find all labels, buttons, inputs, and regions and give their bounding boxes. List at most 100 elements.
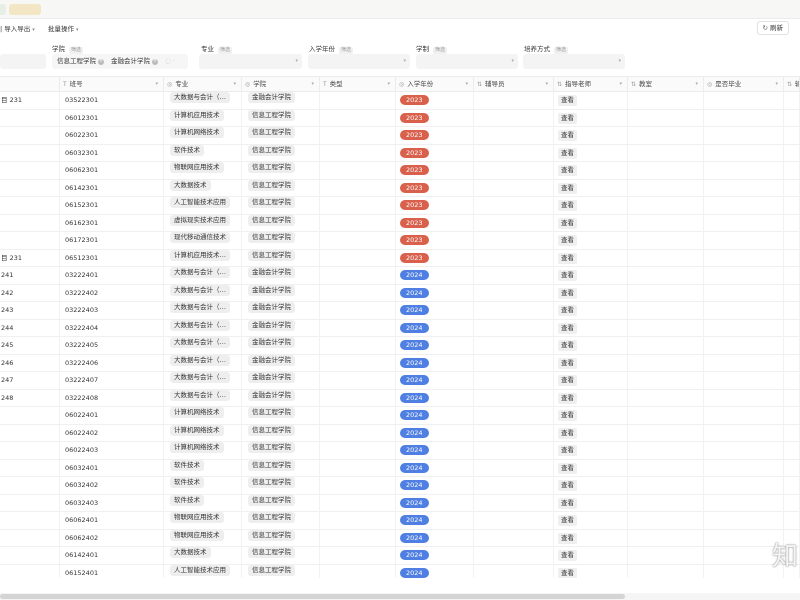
cell-class-code[interactable]: 06142401 xyxy=(60,547,164,564)
cell-graduated[interactable] xyxy=(704,162,784,179)
cell-college[interactable]: 信息工程学院 xyxy=(242,477,320,494)
cell-classroom[interactable] xyxy=(628,407,704,424)
cell-major[interactable]: 大数据与会计（… xyxy=(164,389,242,407)
cell-advisor[interactable]: 查看 xyxy=(554,232,628,249)
cell-enroll-year[interactable]: 2023 xyxy=(396,144,474,162)
cell-enroll-year[interactable]: 2024 xyxy=(396,389,474,407)
chevron-down-icon[interactable]: ▾ xyxy=(155,77,158,92)
cell-more[interactable] xyxy=(784,354,800,372)
cell-enroll-year[interactable]: 2024 xyxy=(396,477,474,494)
cell-counselor[interactable] xyxy=(474,459,554,477)
cell-type[interactable] xyxy=(320,512,396,529)
cell-major[interactable]: 大数据与会计（… xyxy=(164,372,242,389)
cell-enroll-year[interactable]: 2024 xyxy=(396,302,474,319)
cell-name[interactable] xyxy=(0,407,60,424)
cell-name[interactable]: 245 xyxy=(0,337,60,354)
cell-enroll-year[interactable]: 2023 xyxy=(396,162,474,179)
cell-more[interactable] xyxy=(784,284,800,302)
cell-advisor[interactable]: 查看 xyxy=(554,459,628,477)
cell-name[interactable]: 242 xyxy=(0,284,60,302)
table-row[interactable]: 06142301 大数据技术 信息工程学院 2023 查看 xyxy=(0,179,800,197)
cell-more[interactable] xyxy=(784,372,800,389)
scrollbar-thumb[interactable] xyxy=(0,594,625,599)
cell-advisor[interactable]: 查看 xyxy=(554,284,628,302)
cell-graduated[interactable] xyxy=(704,127,784,144)
cell-counselor[interactable] xyxy=(474,564,554,578)
view-advisor-button[interactable]: 查看 xyxy=(558,392,577,404)
import-export-button[interactable]: | 导入导出 ▾ xyxy=(0,23,35,35)
cell-major[interactable]: 大数据与会计（… xyxy=(164,337,242,354)
view-advisor-button[interactable]: 查看 xyxy=(558,322,577,334)
cell-type[interactable] xyxy=(320,302,396,319)
cell-more[interactable] xyxy=(784,302,800,319)
cell-type[interactable] xyxy=(320,459,396,477)
remove-icon[interactable]: ✕ xyxy=(152,59,158,65)
cell-name[interactable]: 241 xyxy=(0,267,60,284)
cell-advisor[interactable]: 查看 xyxy=(554,547,628,564)
table-row[interactable]: 244 03222404 大数据与会计（… 金融会计学院 2024 查看 xyxy=(0,319,800,337)
cell-advisor[interactable]: 查看 xyxy=(554,127,628,144)
cell-counselor[interactable] xyxy=(474,442,554,459)
cell-graduated[interactable] xyxy=(704,337,784,354)
cell-more[interactable] xyxy=(784,162,800,179)
cell-name[interactable] xyxy=(0,424,60,442)
view-advisor-button[interactable]: 查看 xyxy=(558,480,577,491)
column-header-counselor[interactable]: ⇅ 辅导员 ▾ xyxy=(474,77,554,92)
cell-enroll-year[interactable]: 2024 xyxy=(396,442,474,459)
cell-major[interactable]: 大数据技术 xyxy=(164,179,242,197)
chevron-down-icon[interactable]: ▾ xyxy=(545,77,548,92)
cell-type[interactable] xyxy=(320,127,396,144)
table-row[interactable]: 243 03222403 大数据与会计（… 金融会计学院 2024 查看 xyxy=(0,302,800,320)
cell-graduated[interactable] xyxy=(704,407,784,424)
cell-classroom[interactable] xyxy=(628,389,704,407)
cell-advisor[interactable]: 查看 xyxy=(554,92,628,109)
cell-classroom[interactable] xyxy=(628,442,704,459)
cell-type[interactable] xyxy=(320,284,396,302)
view-advisor-button[interactable]: 查看 xyxy=(558,532,577,544)
table-row[interactable]: 06032402 软件技术 信息工程学院 2024 查看 xyxy=(0,477,800,495)
cell-college[interactable]: 金融会计学院 xyxy=(242,337,320,354)
cell-more[interactable] xyxy=(784,424,800,442)
view-advisor-button[interactable]: 查看 xyxy=(558,515,577,526)
table-row[interactable]: 06152301 人工智能技术应用 信息工程学院 2023 查看 xyxy=(0,197,800,215)
cell-type[interactable] xyxy=(320,162,396,179)
view-advisor-button[interactable]: 查看 xyxy=(558,165,577,176)
cell-class-code[interactable]: 06062301 xyxy=(60,162,164,179)
cell-counselor[interactable] xyxy=(474,529,554,547)
cell-college[interactable]: 金融会计学院 xyxy=(242,319,320,337)
cell-major[interactable]: 物联网应用技术 xyxy=(164,512,242,529)
cell-class-code[interactable]: 06032301 xyxy=(60,144,164,162)
cell-counselor[interactable] xyxy=(474,547,554,564)
table-row[interactable]: 06022401 计算机网络技术 信息工程学院 2024 查看 xyxy=(0,407,800,425)
cell-classroom[interactable] xyxy=(628,109,704,127)
cell-major[interactable]: 计算机网络技术 xyxy=(164,424,242,442)
cell-enroll-year[interactable]: 2024 xyxy=(396,547,474,564)
cell-advisor[interactable]: 查看 xyxy=(554,214,628,232)
table-row[interactable]: 06152401 人工智能技术应用 信息工程学院 2024 查看 xyxy=(0,564,800,578)
cell-graduated[interactable] xyxy=(704,512,784,529)
column-header-major[interactable]: ◎ 专业 ▾ xyxy=(164,77,242,92)
cell-name[interactable]: 目 231 xyxy=(0,92,60,109)
cell-type[interactable] xyxy=(320,92,396,109)
cell-more[interactable] xyxy=(784,109,800,127)
cell-major[interactable]: 大数据技术 xyxy=(164,547,242,564)
cell-college[interactable]: 金融会计学院 xyxy=(242,372,320,389)
horizontal-scrollbar[interactable] xyxy=(0,593,800,600)
remove-icon[interactable]: ✕ xyxy=(98,59,104,65)
cell-enroll-year[interactable]: 2023 xyxy=(396,249,474,267)
cell-college[interactable]: 信息工程学院 xyxy=(242,179,320,197)
cell-major[interactable]: 大数据与会计（… xyxy=(164,267,242,284)
cell-classroom[interactable] xyxy=(628,162,704,179)
cell-type[interactable] xyxy=(320,232,396,249)
cell-graduated[interactable] xyxy=(704,267,784,284)
cell-class-code[interactable]: 03222404 xyxy=(60,319,164,337)
table-row[interactable]: 06012301 计算机应用技术 信息工程学院 2023 查看 xyxy=(0,109,800,127)
cell-more[interactable] xyxy=(784,407,800,424)
chevron-down-icon[interactable]: ▾ xyxy=(619,77,622,92)
cell-advisor[interactable]: 查看 xyxy=(554,337,628,354)
cell-graduated[interactable] xyxy=(704,459,784,477)
cell-advisor[interactable]: 查看 xyxy=(554,512,628,529)
column-header-college[interactable]: ◎ 学院 ▾ xyxy=(242,77,320,92)
cell-class-code[interactable]: 06162301 xyxy=(60,214,164,232)
table-row[interactable]: 目 231 06512301 计算机应用技术… 信息工程学院 2023 查看 xyxy=(0,249,800,267)
